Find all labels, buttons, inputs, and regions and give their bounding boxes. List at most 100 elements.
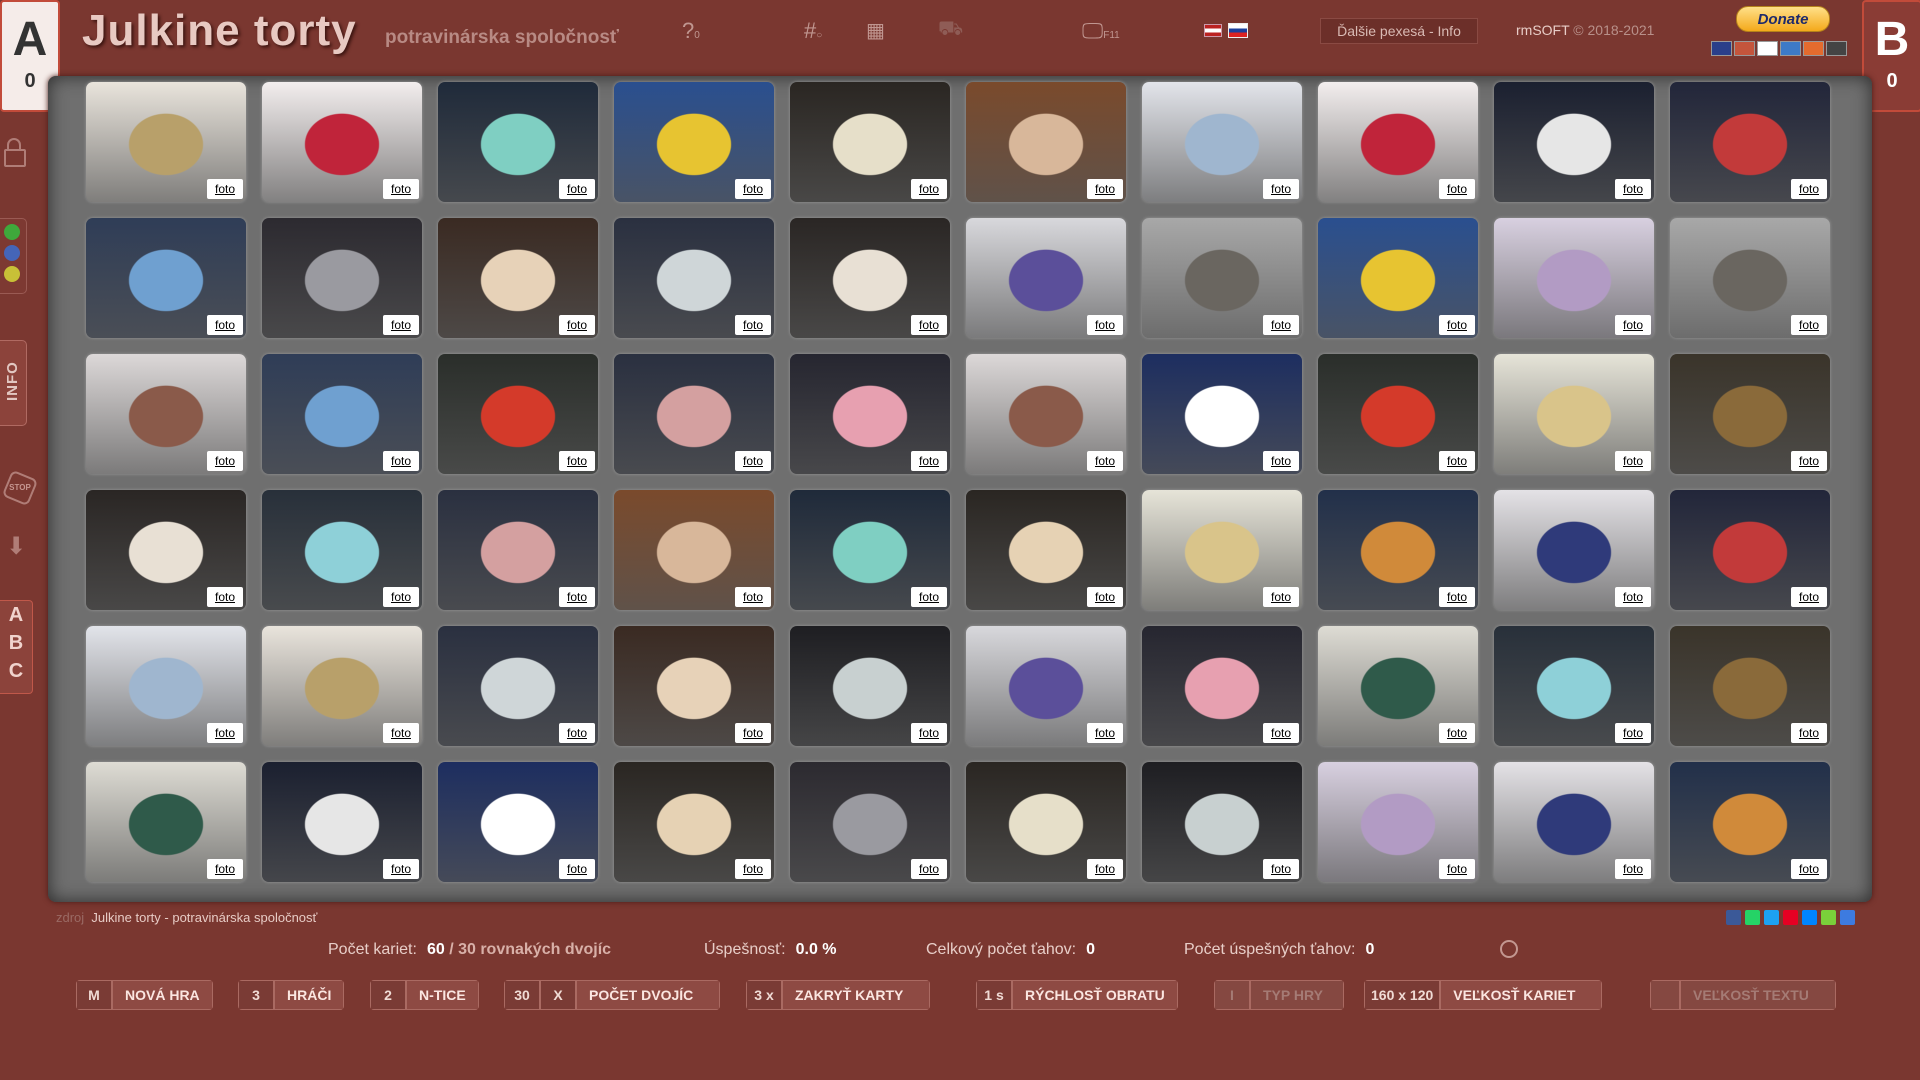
memory-card[interactable]: foto [1318, 626, 1478, 746]
foto-link[interactable]: foto [734, 587, 771, 607]
memory-card[interactable]: foto [86, 626, 246, 746]
foto-link[interactable]: foto [558, 587, 595, 607]
foto-link[interactable]: foto [910, 315, 947, 335]
memory-card[interactable]: foto [790, 626, 950, 746]
foto-link[interactable]: foto [558, 859, 595, 879]
whatsapp-icon[interactable] [1745, 910, 1760, 925]
foto-link[interactable]: foto [734, 451, 771, 471]
memory-card[interactable]: foto [1670, 218, 1830, 338]
messenger-icon[interactable] [1802, 910, 1817, 925]
memory-card[interactable]: foto [790, 82, 950, 202]
foto-link[interactable]: foto [1790, 859, 1827, 879]
memory-card[interactable]: foto [1142, 626, 1302, 746]
memory-card[interactable]: foto [86, 490, 246, 610]
download-icon[interactable]: ⬇ [6, 532, 32, 561]
foto-link[interactable]: foto [1614, 451, 1651, 471]
memory-card[interactable]: foto [966, 218, 1126, 338]
foto-link[interactable]: foto [1262, 723, 1299, 743]
grid-icon[interactable]: ▦ [866, 18, 885, 43]
memory-card[interactable]: foto [1494, 626, 1654, 746]
memory-card[interactable]: foto [966, 354, 1126, 474]
memory-card[interactable]: foto [1670, 762, 1830, 882]
card-size-button[interactable]: 160 x 120 VEĽKOSŤ KARIET [1364, 980, 1603, 1010]
foto-link[interactable]: foto [1086, 723, 1123, 743]
foto-link[interactable]: foto [1614, 179, 1651, 199]
info-tab[interactable]: INFO [0, 340, 27, 426]
foto-link[interactable]: foto [382, 315, 419, 335]
memory-card[interactable]: foto [1670, 82, 1830, 202]
memory-card[interactable]: foto [1142, 218, 1302, 338]
memory-card[interactable]: foto [438, 762, 598, 882]
memory-card[interactable]: foto [86, 218, 246, 338]
hide-cards-button[interactable]: 3 x ZAKRYŤ KARTY [746, 980, 931, 1010]
memory-card[interactable]: foto [1318, 82, 1478, 202]
memory-card[interactable]: foto [1670, 354, 1830, 474]
memory-card[interactable]: foto [1494, 354, 1654, 474]
slovak-flag-icon[interactable] [1228, 23, 1248, 38]
foto-link[interactable]: foto [734, 859, 771, 879]
pinterest-icon[interactable] [1783, 910, 1798, 925]
memory-card[interactable]: foto [262, 762, 422, 882]
memory-card[interactable]: foto [1670, 490, 1830, 610]
foto-link[interactable]: foto [1086, 179, 1123, 199]
memory-card[interactable]: foto [614, 762, 774, 882]
foto-link[interactable]: foto [1262, 451, 1299, 471]
foto-link[interactable]: foto [382, 859, 419, 879]
memory-card[interactable]: foto [614, 82, 774, 202]
foto-link[interactable]: foto [206, 315, 243, 335]
memory-card[interactable]: foto [1318, 354, 1478, 474]
foto-link[interactable]: foto [734, 179, 771, 199]
abc-tab[interactable]: A B C [0, 600, 33, 694]
foto-link[interactable]: foto [1438, 859, 1475, 879]
foto-link[interactable]: foto [1614, 723, 1651, 743]
text-size-button[interactable]: VEĽKOSŤ TEXTU [1650, 980, 1836, 1010]
foto-link[interactable]: foto [1438, 315, 1475, 335]
memory-card[interactable]: foto [1142, 354, 1302, 474]
memory-card[interactable]: foto [966, 762, 1126, 882]
foto-link[interactable]: foto [558, 451, 595, 471]
share-plus-icon[interactable] [1840, 910, 1855, 925]
foto-link[interactable]: foto [1086, 859, 1123, 879]
stop-icon[interactable]: STOP [1, 469, 39, 507]
facebook-icon[interactable] [1726, 910, 1741, 925]
memory-card[interactable]: foto [262, 490, 422, 610]
foto-link[interactable]: foto [734, 315, 771, 335]
foto-link[interactable]: foto [734, 723, 771, 743]
memory-card[interactable]: foto [1142, 82, 1302, 202]
memory-card[interactable]: foto [790, 354, 950, 474]
memory-card[interactable]: foto [966, 82, 1126, 202]
foto-link[interactable]: foto [1614, 859, 1651, 879]
color-blue-dot[interactable] [4, 245, 20, 261]
foto-link[interactable]: foto [1086, 451, 1123, 471]
foto-link[interactable]: foto [1262, 587, 1299, 607]
english-flag-icon[interactable] [1204, 24, 1222, 37]
foto-link[interactable]: foto [382, 587, 419, 607]
foto-link[interactable]: foto [1086, 587, 1123, 607]
memory-card[interactable]: foto [262, 354, 422, 474]
memory-card[interactable]: foto [262, 626, 422, 746]
foto-link[interactable]: foto [910, 723, 947, 743]
foto-link[interactable]: foto [1262, 859, 1299, 879]
source-link[interactable]: Julkine torty - potravinárska spoločnosť [91, 910, 317, 925]
foto-link[interactable]: foto [382, 723, 419, 743]
foto-link[interactable]: foto [558, 179, 595, 199]
memory-card[interactable]: foto [1318, 490, 1478, 610]
new-game-button[interactable]: M NOVÁ HRA [76, 980, 213, 1010]
memory-card[interactable]: foto [86, 762, 246, 882]
donate-button[interactable]: Donate [1736, 6, 1830, 32]
car-icon[interactable]: ⛟ [938, 18, 963, 43]
foto-link[interactable]: foto [1086, 315, 1123, 335]
memory-card[interactable]: foto [1494, 218, 1654, 338]
players-button[interactable]: 3 HRÁČI [238, 980, 345, 1010]
foto-link[interactable]: foto [558, 315, 595, 335]
foto-link[interactable]: foto [1614, 587, 1651, 607]
foto-link[interactable]: foto [1614, 315, 1651, 335]
foto-link[interactable]: foto [206, 179, 243, 199]
help-icon[interactable]: ?0 [682, 18, 700, 44]
foto-link[interactable]: foto [206, 723, 243, 743]
memory-card[interactable]: foto [790, 218, 950, 338]
memory-card[interactable]: foto [966, 490, 1126, 610]
memory-card[interactable]: foto [1494, 762, 1654, 882]
wechat-icon[interactable] [1821, 910, 1836, 925]
color-green-dot[interactable] [4, 224, 20, 240]
